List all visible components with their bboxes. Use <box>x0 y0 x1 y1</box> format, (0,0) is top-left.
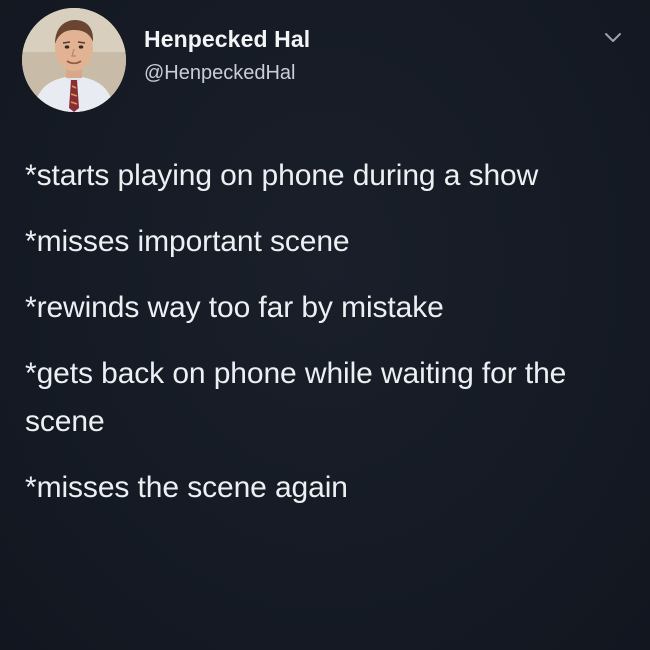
avatar-photo <box>22 8 126 112</box>
tweet-card: Henpecked Hal @HenpeckedHal *starts play… <box>0 0 650 650</box>
tweet-header: Henpecked Hal @HenpeckedHal <box>22 8 628 112</box>
tweet-line: *starts playing on phone during a show <box>25 159 539 192</box>
avatar[interactable] <box>22 8 126 112</box>
tweet-line: *gets back on phone while waiting for th… <box>25 357 567 438</box>
tweet-line: *misses important scene <box>25 225 350 258</box>
tweet-text: *starts playing on phone during a show *… <box>25 152 620 530</box>
tweet-line: *rewinds way too far by mistake <box>25 291 444 324</box>
author-handle[interactable]: @HenpeckedHal <box>144 62 296 85</box>
tweet-line: *misses the scene again <box>25 471 348 504</box>
author-name[interactable]: Henpecked Hal <box>144 26 310 53</box>
chevron-down-icon[interactable] <box>602 26 624 48</box>
